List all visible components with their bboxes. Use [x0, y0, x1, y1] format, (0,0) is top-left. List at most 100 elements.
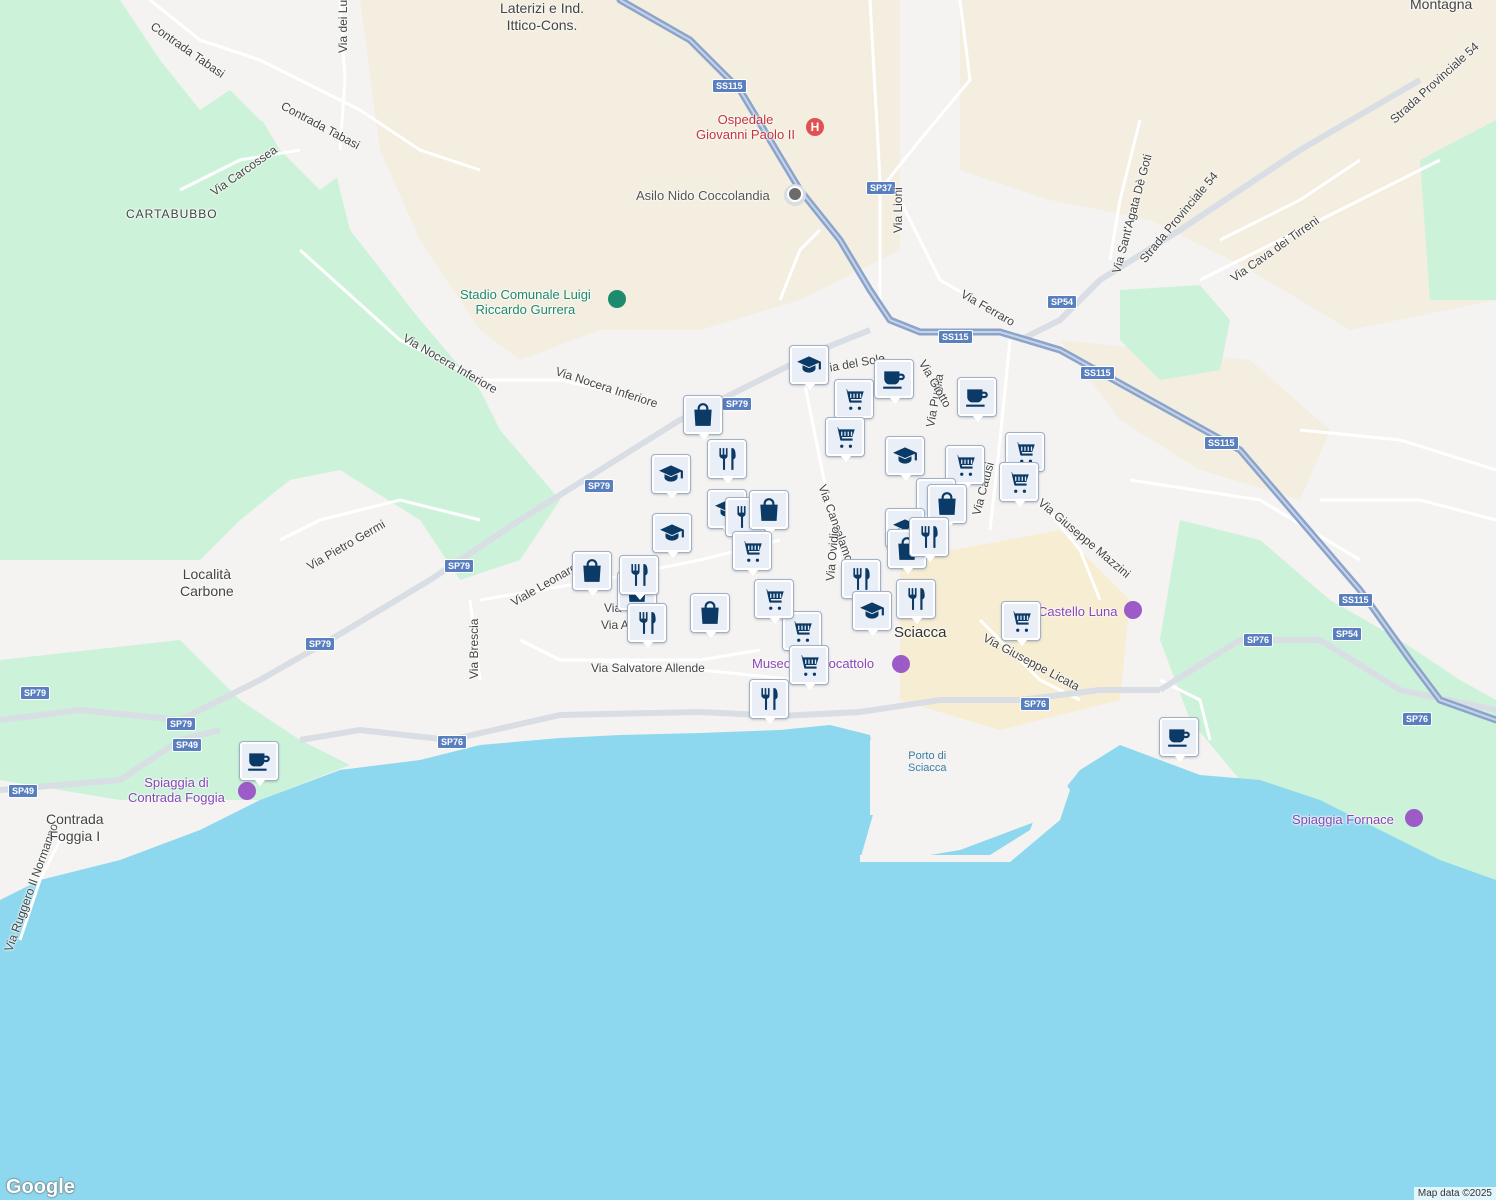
map-marker-shopping[interactable] [573, 552, 611, 596]
shield-ss115: SS115 [938, 330, 973, 344]
street-label: Via Lioni [891, 187, 905, 233]
shopping-cart-icon [843, 389, 864, 410]
shield-ss115: SS115 [1338, 593, 1373, 607]
port-label: Porto di Sciacca [908, 750, 947, 774]
shield-sp76: SP76 [1020, 697, 1051, 711]
map-marker-education[interactable] [790, 346, 828, 390]
map-attribution[interactable]: Map data ©2025 [1413, 1187, 1496, 1200]
poi-label-castle[interactable]: Castello Luna [1038, 604, 1118, 619]
fork-knife-icon [921, 526, 938, 548]
poi-label-beach-fornace[interactable]: Spiaggia Fornace [1292, 812, 1394, 827]
shield-sp79: SP79 [166, 717, 197, 731]
shopping-cart-icon [1014, 442, 1035, 463]
shield-ss115: SS115 [712, 79, 747, 93]
shield-sp76: SP76 [437, 735, 468, 749]
coffee-cup-icon [883, 371, 905, 389]
locality-label: CARTABUBBO [126, 207, 218, 221]
map-marker-cafe[interactable] [1160, 718, 1198, 762]
shopping-cart-icon [1010, 611, 1031, 632]
street-label: Via Brescia [467, 618, 481, 679]
map-marker-restaurant[interactable] [910, 518, 948, 562]
hospital-icon[interactable]: H [806, 118, 824, 136]
map-marker-restaurant[interactable] [750, 680, 788, 724]
fork-knife-icon [639, 612, 656, 634]
street-label: Via Salvatore Allende [591, 661, 705, 675]
poi-label-stadium[interactable]: Stadio Comunale Luigi Riccardo Gurrera [460, 287, 591, 317]
shopping-bag-icon [701, 601, 719, 624]
shield-ss115: SS115 [1080, 366, 1115, 380]
map-marker-cafe[interactable] [958, 378, 996, 422]
map-marker-education[interactable] [886, 437, 924, 481]
locality-label: Laterizi e Ind. Ittico-Cons. [500, 0, 585, 33]
map-marker-shopping[interactable] [684, 396, 722, 440]
museum-icon[interactable] [892, 655, 910, 673]
map-marker-education[interactable] [652, 455, 690, 499]
shield-sp79: SP79 [305, 637, 336, 651]
map-marker-grocery[interactable] [1000, 463, 1038, 507]
map-marker-cafe[interactable] [240, 742, 278, 786]
shield-sp79: SP79 [722, 397, 753, 411]
fork-knife-icon [631, 564, 648, 586]
shield-sp79: SP79 [20, 686, 51, 700]
shield-sp49: SP49 [172, 738, 203, 752]
locality-label: Località Carbone [180, 566, 234, 599]
map-marker-education[interactable] [853, 592, 891, 636]
shopping-cart-icon [834, 427, 855, 448]
coffee-cup-icon [1168, 729, 1190, 747]
place-pin-icon[interactable] [787, 186, 803, 202]
fork-knife-icon [761, 688, 778, 710]
shopping-cart-icon [954, 455, 975, 476]
shield-sp54: SP54 [1332, 627, 1363, 641]
fork-knife-icon [908, 588, 925, 610]
map-marker-restaurant[interactable] [620, 556, 658, 600]
map-marker-grocery[interactable] [1002, 602, 1040, 646]
poi-label-hospital[interactable]: Ospedale Giovanni Paolo II [696, 112, 795, 142]
map-marker-restaurant[interactable] [897, 580, 935, 624]
shield-sp54: SP54 [1047, 295, 1078, 309]
pier-west [870, 740, 885, 815]
map-marker-shopping[interactable] [750, 491, 788, 535]
shopping-bag-icon [583, 559, 601, 582]
shopping-cart-icon [1008, 472, 1029, 493]
map-marker-cafe[interactable] [875, 360, 913, 404]
map-marker-restaurant[interactable] [628, 604, 666, 648]
shopping-bag-icon [760, 498, 778, 521]
shopping-cart-icon [798, 655, 819, 676]
shield-ss115: SS115 [1204, 436, 1239, 450]
shield-sp76: SP76 [1402, 712, 1433, 726]
town-label: Sciacca [894, 624, 947, 641]
map-marker-grocery[interactable] [835, 380, 873, 424]
shield-sp49: SP49 [8, 784, 39, 798]
camera-icon[interactable] [1124, 601, 1142, 619]
locality-label: Contrada Foggia I [46, 811, 104, 844]
graduation-cap-icon [893, 447, 917, 464]
graduation-cap-icon [797, 356, 821, 373]
coffee-cup-icon [966, 389, 988, 407]
map-marker-grocery[interactable] [790, 646, 828, 690]
poi-label-asilo[interactable]: Asilo Nido Coccolandia [636, 188, 770, 203]
stadium-icon[interactable] [608, 290, 626, 308]
coffee-cup-icon [248, 753, 270, 771]
map-marker-grocery[interactable] [826, 418, 864, 462]
shopping-bag-icon [694, 403, 712, 426]
shopping-cart-icon [791, 621, 812, 642]
shield-sp79: SP79 [584, 479, 615, 493]
shield-sp76: SP76 [1243, 633, 1274, 647]
map-marker-education[interactable] [653, 514, 691, 558]
street-label: Via dei Luni [336, 0, 350, 53]
fork-knife-icon [719, 448, 736, 470]
map-marker-restaurant[interactable] [708, 440, 746, 484]
shield-sp79: SP79 [444, 559, 475, 573]
locality-label: Montagna [1410, 0, 1473, 12]
google-logo: Google [6, 1176, 75, 1198]
map-marker-grocery[interactable] [755, 580, 793, 624]
poi-label-beach-foggia[interactable]: Spiaggia di Contrada Foggia [128, 775, 225, 805]
shopping-bag-icon [938, 492, 956, 515]
map-marker-shopping[interactable] [691, 594, 729, 638]
map-marker-grocery[interactable] [733, 532, 771, 576]
graduation-cap-icon [860, 602, 884, 619]
shopping-cart-icon [763, 589, 784, 610]
fork-knife-icon [853, 568, 870, 590]
camera-icon[interactable] [1405, 809, 1423, 827]
shopping-cart-icon [741, 541, 762, 562]
